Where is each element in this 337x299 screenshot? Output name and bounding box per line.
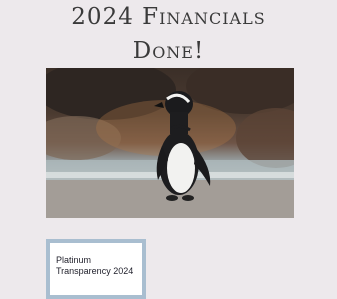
title-line-2: Done! <box>132 38 205 64</box>
badge-label: Platinum Transparency 2024 <box>56 255 134 276</box>
penguin-photo <box>46 68 294 218</box>
platinum-transparency-badge: Platinum Transparency 2024 <box>46 239 146 299</box>
title-line-1: 2024 Financials <box>71 4 266 30</box>
